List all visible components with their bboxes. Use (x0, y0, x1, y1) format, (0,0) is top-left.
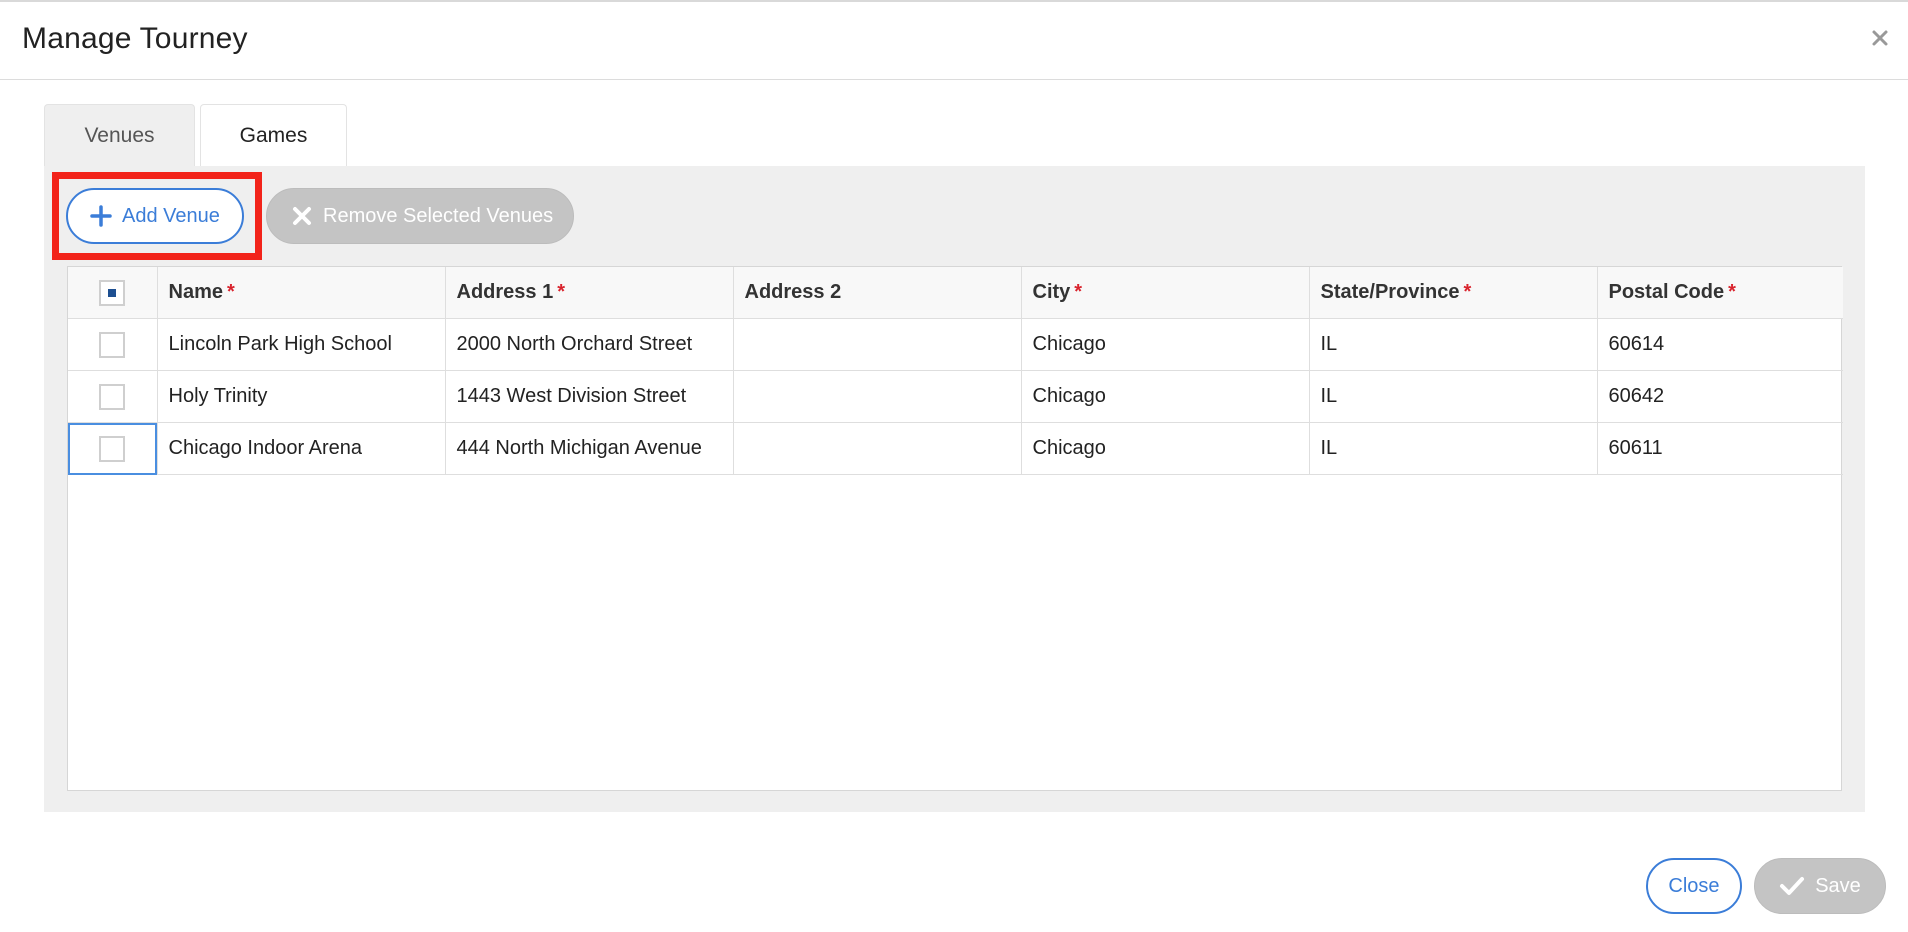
table-row[interactable]: Holy Trinity 1443 West Division Street C… (68, 370, 1843, 423)
required-marker: * (557, 281, 566, 303)
dialog-header: Manage Tourney (0, 2, 1908, 80)
manage-tourney-dialog: Manage Tourney Venues Games Add Venue Re… (0, 0, 1908, 932)
column-header-label: City (1032, 281, 1071, 303)
tab-venues[interactable]: Venues (44, 104, 195, 166)
cell-city[interactable]: Chicago (1021, 318, 1310, 371)
required-marker: * (1463, 281, 1472, 303)
column-header-label: Name (168, 281, 223, 303)
plus-icon (90, 205, 112, 227)
cell-city[interactable]: Chicago (1021, 422, 1310, 475)
column-header-city[interactable]: City * (1021, 267, 1310, 319)
select-all-checkbox[interactable] (99, 279, 126, 306)
column-header-postal-code[interactable]: Postal Code * (1597, 267, 1843, 319)
cell-postal-code[interactable]: 60611 (1597, 422, 1843, 475)
cell-state[interactable]: IL (1309, 318, 1598, 371)
column-header-address2[interactable]: Address 2 (733, 267, 1022, 319)
cell-city[interactable]: Chicago (1021, 370, 1310, 423)
required-marker: * (1074, 281, 1083, 303)
table-row[interactable]: Chicago Indoor Arena 444 North Michigan … (68, 422, 1843, 475)
column-header-name[interactable]: Name * (157, 267, 446, 319)
cell-state[interactable]: IL (1309, 370, 1598, 423)
row-select-cell[interactable] (68, 422, 158, 475)
cell-address2[interactable] (733, 370, 1022, 423)
remove-selected-venues-button[interactable]: Remove Selected Venues (266, 188, 574, 244)
column-header-state[interactable]: State/Province * (1309, 267, 1598, 319)
x-icon (291, 205, 313, 227)
required-marker: * (226, 281, 235, 303)
column-header-address1[interactable]: Address 1 * (445, 267, 734, 319)
close-icon[interactable] (1868, 26, 1892, 50)
tab-games[interactable]: Games (200, 104, 347, 166)
cell-address2[interactable] (733, 422, 1022, 475)
venues-table: Name * Address 1 * Address 2 City * State/P… (68, 267, 1843, 475)
cell-name[interactable]: Chicago Indoor Arena (157, 422, 446, 475)
cell-name[interactable]: Lincoln Park High School (157, 318, 446, 371)
select-all-cell (68, 267, 158, 319)
cell-state[interactable]: IL (1309, 422, 1598, 475)
cell-address1[interactable]: 2000 North Orchard Street (445, 318, 734, 371)
check-icon (1779, 876, 1805, 896)
cell-address1[interactable]: 1443 West Division Street (445, 370, 734, 423)
column-header-label: State/Province (1320, 281, 1460, 303)
dialog-title: Manage Tourney (22, 22, 248, 55)
column-header-label: Address 2 (744, 281, 842, 303)
venues-grid: Name * Address 1 * Address 2 City * State/P… (67, 266, 1843, 791)
row-select-cell[interactable] (68, 318, 158, 371)
venues-panel: Add Venue Remove Selected Venues Name * … (44, 166, 1865, 812)
column-header-label: Address 1 (456, 281, 554, 303)
column-header-label: Postal Code (1608, 281, 1725, 303)
save-button[interactable]: Save (1754, 858, 1886, 914)
table-header-row: Name * Address 1 * Address 2 City * State/P… (68, 267, 1843, 319)
cell-address1[interactable]: 444 North Michigan Avenue (445, 422, 734, 475)
add-venue-label: Add Venue (122, 204, 220, 227)
row-checkbox[interactable] (99, 331, 126, 358)
remove-selected-venues-label: Remove Selected Venues (323, 204, 554, 227)
row-select-cell[interactable] (68, 370, 158, 423)
row-checkbox[interactable] (99, 435, 126, 462)
required-marker: * (1728, 281, 1736, 303)
table-row[interactable]: Lincoln Park High School 2000 North Orch… (68, 318, 1843, 371)
cell-postal-code[interactable]: 60614 (1597, 318, 1843, 371)
cell-postal-code[interactable]: 60642 (1597, 370, 1843, 423)
close-button[interactable]: Close (1646, 858, 1742, 914)
save-label: Save (1815, 874, 1861, 897)
cell-address2[interactable] (733, 318, 1022, 371)
add-venue-button[interactable]: Add Venue (66, 188, 244, 244)
row-checkbox[interactable] (99, 383, 126, 410)
cell-name[interactable]: Holy Trinity (157, 370, 446, 423)
